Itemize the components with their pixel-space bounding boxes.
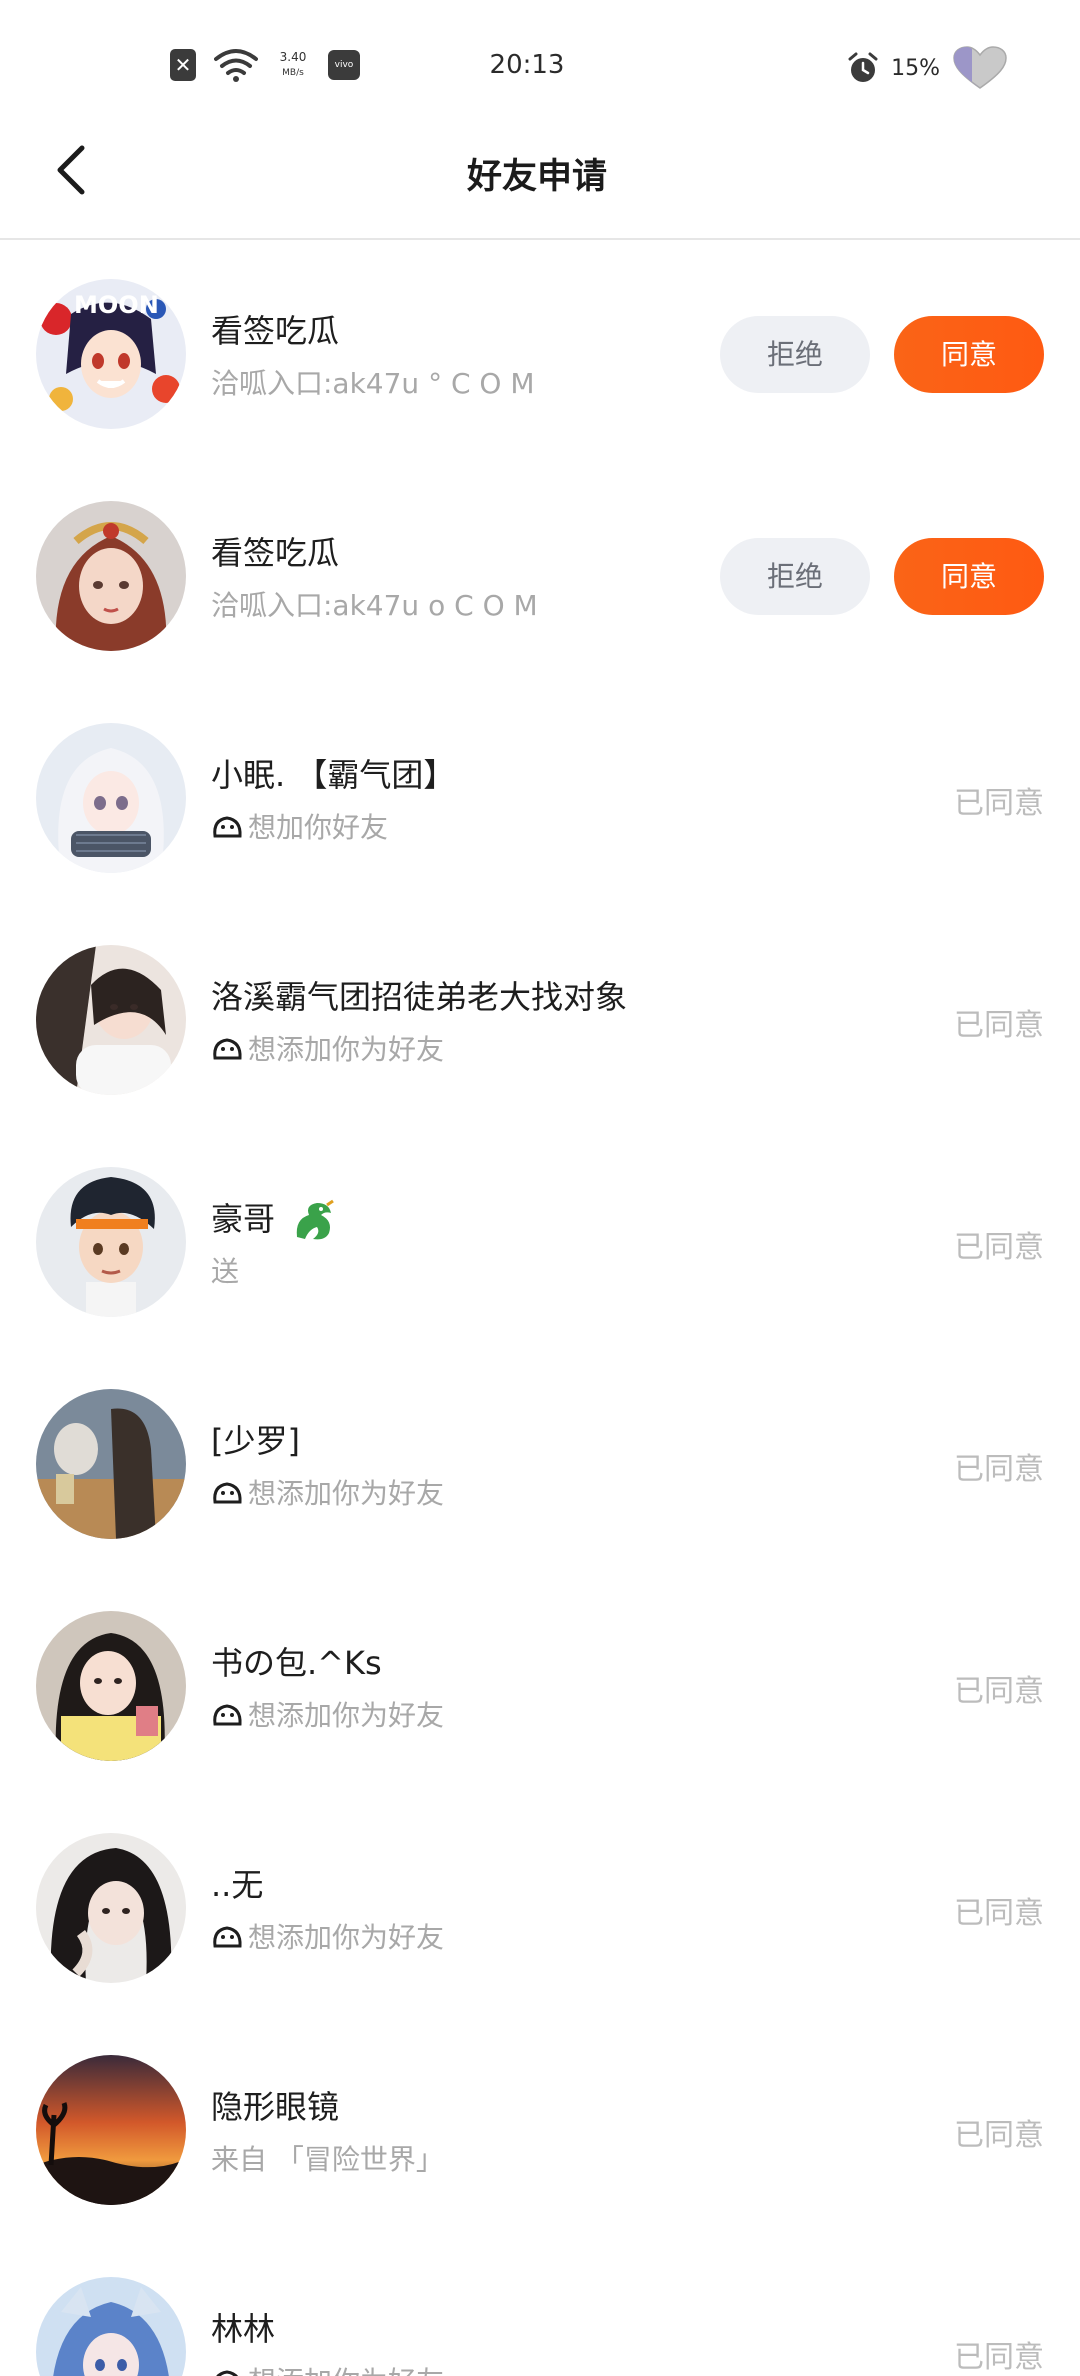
requester-name: [少罗]: [211, 1422, 300, 1460]
request-row: 林林 想添加你为好友 已同意: [0, 2240, 1080, 2376]
request-row: ..无 想添加你为好友 已同意: [0, 1796, 1080, 2018]
agreed-status: 已同意: [954, 2340, 1044, 2375]
agree-button[interactable]: 同意: [894, 538, 1044, 615]
avatar[interactable]: [36, 2055, 186, 2205]
request-row: 书の包.^Ks 想添加你为好友 已同意: [0, 1574, 1080, 1796]
avatar[interactable]: [36, 945, 186, 1095]
request-message-text: 想添加你为好友: [248, 2360, 444, 2376]
agree-button[interactable]: 同意: [894, 316, 1044, 393]
request-message-text: 想添加你为好友: [248, 1477, 445, 1510]
agreed-status: 已同意: [954, 1896, 1044, 1931]
request-message-text: 想添加你为好友: [248, 1033, 445, 1066]
request-message: 送: [211, 1255, 240, 1288]
requester-name: 书の包.^Ks: [211, 1644, 382, 1682]
avatar[interactable]: [36, 723, 186, 873]
agreed-status: 已同意: [954, 1452, 1044, 1487]
request-row: 小眠. 【霸气团】 想加你好友 已同意: [0, 686, 1080, 908]
app-header: 好友申请: [0, 120, 1080, 240]
app-mascot-icon: [216, 2370, 238, 2376]
requester-name: 洛溪霸气团招徒弟老大找对象: [211, 978, 628, 1016]
request-message: 想添加你为好友: [211, 1694, 444, 1734]
agreed-status: 已同意: [954, 786, 1044, 821]
page-title: 好友申请: [466, 157, 607, 197]
battery-percent: 15%: [891, 55, 940, 81]
dragon-emoji-icon: [296, 1199, 335, 1240]
requester-name: 豪哥: [211, 1194, 337, 1243]
avatar[interactable]: [36, 1167, 186, 1317]
reject-button[interactable]: 拒绝: [720, 538, 870, 615]
request-row: 隐形眼镜 来自 「冒险世界」 已同意: [0, 2018, 1080, 2240]
agreed-status: 已同意: [954, 2118, 1044, 2153]
alarm-icon: [848, 52, 878, 82]
request-row: 洛溪霸气团招徒弟老大找对象 想添加你为好友 已同意: [0, 908, 1080, 1130]
app-mascot-icon: [213, 816, 242, 838]
request-message: 想添加你为好友: [211, 1916, 444, 1956]
request-message-text: 想加你好友: [248, 811, 389, 844]
app-mascot-icon: [213, 1482, 242, 1504]
requester-name: 林林: [211, 2310, 276, 2348]
request-message: 想添加你为好友: [211, 2360, 444, 2376]
app-mascot-icon: [213, 1038, 242, 1060]
request-message: 想添加你为好友: [211, 1472, 444, 1512]
request-message-text: 想添加你为好友: [248, 1921, 445, 1954]
battery-heart-icon: [953, 46, 1007, 89]
requester-name: 看签吃瓜: [211, 534, 340, 572]
agreed-status: 已同意: [954, 1008, 1044, 1043]
avatar[interactable]: [36, 1611, 186, 1761]
avatar[interactable]: [36, 501, 186, 651]
avatar[interactable]: [36, 2277, 186, 2376]
app-mascot-icon: [213, 1704, 242, 1726]
request-row: 豪哥 送 已同意: [0, 1130, 1080, 1352]
status-bar-right: 15%: [847, 46, 1008, 90]
status-bar: ✕ 3.40 MB/s vivo 20:13 15%: [0, 0, 1080, 120]
request-message: 想加你好友: [211, 806, 388, 846]
request-message: 洽呱入口:ak47u ° C O M: [211, 367, 535, 400]
request-message-text: 想添加你为好友: [248, 1699, 445, 1732]
request-message: 想添加你为好友: [211, 1028, 444, 1068]
reject-button[interactable]: 拒绝: [720, 316, 870, 393]
avatar[interactable]: [36, 1833, 186, 1983]
request-message: 洽呱入口:ak47u o C O M: [211, 589, 538, 622]
requester-name: ..无: [211, 1866, 264, 1904]
request-message: 来自 「冒险世界」: [211, 2143, 444, 2176]
agreed-status: 已同意: [954, 1674, 1044, 1709]
avatar[interactable]: [36, 1389, 186, 1539]
agreed-status: 已同意: [954, 1230, 1044, 1265]
requester-name-text: 豪哥: [211, 1200, 276, 1238]
request-row: MOON 看签吃瓜 洽呱入口:ak47u ° C O M 拒绝 同意: [0, 242, 1080, 464]
requester-name: 看签吃瓜: [211, 312, 340, 350]
app-mascot-icon: [213, 1926, 242, 1948]
request-row: 看签吃瓜 洽呱入口:ak47u o C O M 拒绝 同意: [0, 464, 1080, 686]
avatar[interactable]: MOON: [36, 279, 186, 429]
svg-text:MOON: MOON: [74, 291, 159, 319]
friend-request-list: MOON 看签吃瓜 洽呱入口:ak47u ° C O M 拒绝 同意 看签吃瓜 …: [0, 242, 1080, 2376]
request-row: [少罗] 想添加你为好友 已同意: [0, 1352, 1080, 1574]
requester-name: 隐形眼镜: [211, 2088, 340, 2126]
requester-name: 小眠. 【霸气团】: [211, 756, 456, 794]
